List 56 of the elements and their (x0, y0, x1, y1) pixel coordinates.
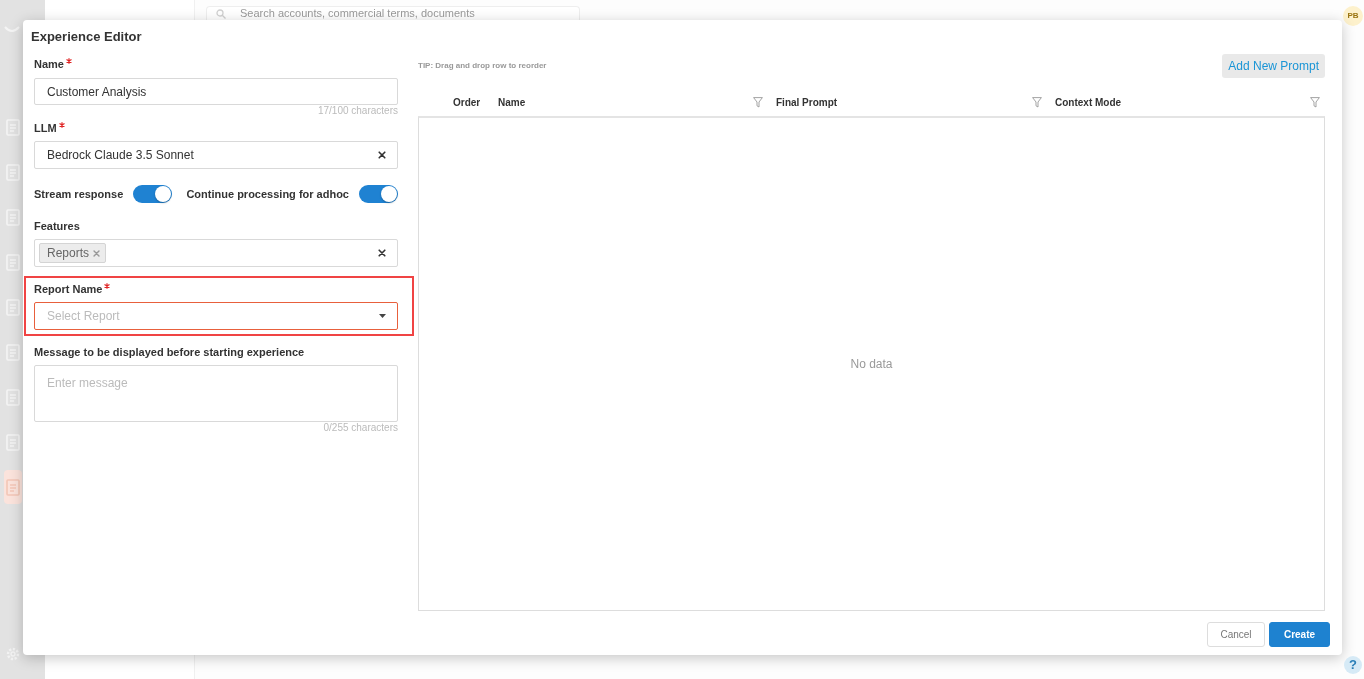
filter-icon[interactable] (1032, 96, 1042, 108)
document-icon (6, 253, 20, 271)
document-icon (6, 388, 20, 406)
field-label: LLM (34, 121, 57, 135)
create-button[interactable]: Create (1269, 622, 1330, 647)
clear-icon[interactable] (378, 249, 386, 257)
toggle-label: Continue processing for adhoc (186, 186, 349, 202)
nav-item[interactable] (4, 431, 22, 453)
document-icon (6, 118, 20, 136)
help-button[interactable]: ? (1344, 656, 1362, 674)
toggle-label: Stream response (34, 186, 124, 202)
toggle-switch[interactable] (359, 185, 398, 203)
document-icon (6, 433, 20, 451)
field-label: Report Name (34, 282, 103, 296)
filter-icon[interactable] (1310, 96, 1320, 108)
column-header: Context Mode (1055, 95, 1122, 110)
toggle-switch[interactable] (133, 185, 173, 203)
clear-icon[interactable] (378, 151, 386, 159)
nav-item[interactable] (4, 386, 22, 408)
logo-icon (4, 26, 20, 32)
document-icon (6, 163, 20, 181)
text-field[interactable]: Customer Analysis (34, 78, 398, 105)
column-header: Order (453, 95, 481, 110)
active-nav-item[interactable] (4, 470, 22, 504)
document-icon (6, 208, 20, 226)
nav-item[interactable] (4, 116, 22, 138)
add-prompt-button[interactable]: Add New Prompt (1222, 54, 1325, 78)
user-avatar[interactable]: PB (1343, 6, 1363, 26)
settings-icon[interactable] (5, 646, 21, 662)
document-icon (6, 478, 20, 496)
dialog-title: Experience Editor (30, 28, 143, 46)
field-label: Name (34, 57, 64, 71)
nav-item[interactable] (4, 296, 22, 318)
cancel-button[interactable]: Cancel (1207, 622, 1265, 647)
column-header: Final Prompt (776, 95, 838, 110)
character-counter: 17/100 characters (316, 105, 398, 117)
tag-select-field[interactable]: Reports (34, 239, 398, 267)
nav-item[interactable] (4, 206, 22, 228)
filter-icon[interactable] (753, 96, 763, 108)
nav-item[interactable] (4, 251, 22, 273)
nav-item[interactable] (4, 341, 22, 363)
field-label: Features (34, 219, 80, 233)
message-text-area[interactable]: Enter message (34, 365, 398, 422)
document-icon (6, 343, 20, 361)
tag-remove-icon[interactable] (93, 249, 101, 257)
search-field[interactable]: Search accounts, commercial terms, documents (206, 6, 580, 20)
column-header: Name (498, 95, 526, 110)
empty-state-text: No data (850, 356, 893, 373)
field-label: Message to be displayed before starting experience (34, 345, 305, 359)
tip-text: TIP: Drag and drop row to reorder (418, 60, 547, 72)
character-counter: 0/255 characters (322, 422, 398, 434)
feature-tag: Reports (39, 243, 107, 263)
document-icon (6, 298, 20, 316)
nav-item[interactable] (4, 161, 22, 183)
dropdown-field[interactable]: Bedrock Claude 3.5 Sonnet (34, 141, 398, 169)
search-icon (216, 8, 226, 19)
